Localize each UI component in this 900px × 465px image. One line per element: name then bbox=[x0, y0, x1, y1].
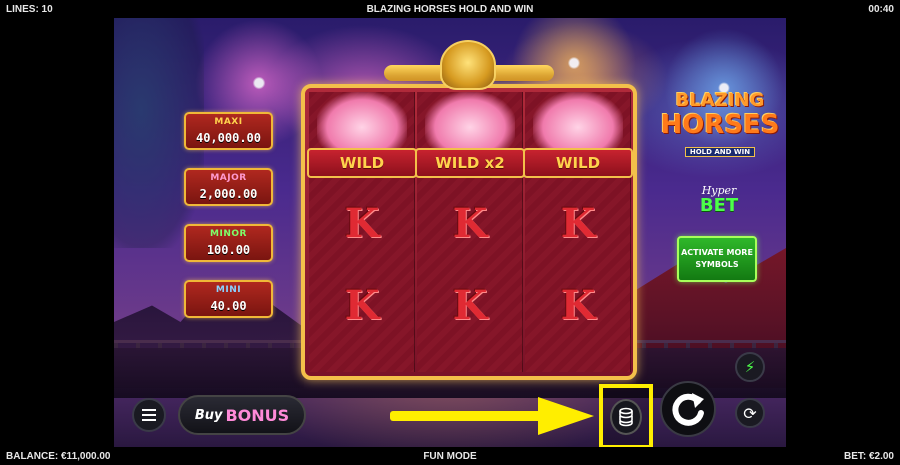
wild-banner: WILD bbox=[307, 148, 417, 178]
bonus-label: BONUS bbox=[225, 405, 290, 425]
logo-line-2: HORSES bbox=[660, 110, 780, 140]
game-title: BLAZING HORSES HOLD AND WIN bbox=[366, 3, 534, 15]
buy-bonus-button[interactable]: Buy BONUS bbox=[178, 395, 306, 435]
jackpot-major: MAJOR 2,000.00 bbox=[184, 168, 273, 206]
wild-banner: WILD x2 bbox=[415, 148, 525, 178]
autoplay-icon: ⟳ bbox=[743, 403, 757, 423]
hyper-bet-label: Hyper BET bbox=[684, 184, 754, 215]
bottom-bar: BALANCE: €11,000.00 FUN MODE BET: €2.00 bbox=[0, 447, 900, 465]
jackpot-value: 40,000.00 bbox=[195, 131, 262, 145]
turbo-button[interactable]: ⚡ bbox=[735, 352, 765, 382]
reel-1: WILD K K bbox=[307, 92, 417, 372]
jackpot-label: MINOR bbox=[210, 229, 247, 239]
spin-icon bbox=[672, 393, 704, 426]
reel-2: WILD x2 K K bbox=[415, 92, 525, 372]
horse-symbol bbox=[533, 92, 623, 156]
jackpot-label: MAJOR bbox=[210, 173, 247, 183]
logo-subtitle: HOLD AND WIN bbox=[684, 147, 756, 157]
jackpot-label: MINI bbox=[215, 285, 242, 295]
bet-amount: BET: €2.00 bbox=[843, 450, 894, 462]
logo-line-1: BLAZING bbox=[675, 90, 765, 111]
horse-crest-icon bbox=[440, 40, 496, 90]
activate-more-symbols-button[interactable]: ACTIVATE MORE SYMBOLS bbox=[677, 236, 757, 282]
k-symbol: K bbox=[452, 200, 488, 247]
jackpot-label: MAXI bbox=[214, 117, 243, 127]
jackpot-minor: MINOR 100.00 bbox=[184, 224, 273, 262]
clock: 00:40 bbox=[868, 3, 894, 15]
bet-text: BET bbox=[699, 195, 739, 216]
jackpot-mini: MINI 40.00 bbox=[184, 280, 273, 318]
spin-button[interactable] bbox=[660, 381, 716, 437]
jackpot-maxi: MAXI 40,000.00 bbox=[184, 112, 273, 150]
autoplay-button[interactable]: ⟳ bbox=[735, 398, 765, 428]
game-logo: BLAZING HORSES HOLD AND WIN bbox=[652, 90, 786, 160]
jackpot-value: 40.00 bbox=[210, 299, 247, 313]
jackpot-value: 2,000.00 bbox=[199, 187, 258, 201]
wild-banner: WILD bbox=[523, 148, 633, 178]
horse-symbol bbox=[317, 92, 407, 156]
k-symbol: K bbox=[560, 282, 596, 329]
menu-icon bbox=[142, 409, 156, 421]
bet-stack-button[interactable] bbox=[610, 399, 642, 435]
arrow-right-icon bbox=[390, 397, 594, 435]
lightning-icon: ⚡ bbox=[744, 358, 756, 376]
k-symbol: K bbox=[452, 282, 488, 329]
reel-3: WILD K K bbox=[523, 92, 633, 372]
mode-indicator: FUN MODE bbox=[423, 450, 477, 462]
horse-symbol bbox=[425, 92, 515, 156]
menu-button[interactable] bbox=[132, 398, 166, 432]
k-symbol: K bbox=[344, 282, 380, 329]
k-symbol: K bbox=[560, 200, 596, 247]
game-stage: MAXI 40,000.00 MAJOR 2,000.00 MINOR 100.… bbox=[114, 18, 786, 447]
k-symbol: K bbox=[344, 200, 380, 247]
top-bar: LINES: 10 BLAZING HORSES HOLD AND WIN 00… bbox=[0, 0, 900, 18]
coin-stack-icon bbox=[619, 407, 633, 427]
reels-frame: WILD K K WILD x2 K K WILD K K bbox=[301, 84, 637, 380]
jackpot-value: 100.00 bbox=[206, 243, 251, 257]
buy-label: Buy bbox=[194, 407, 223, 423]
